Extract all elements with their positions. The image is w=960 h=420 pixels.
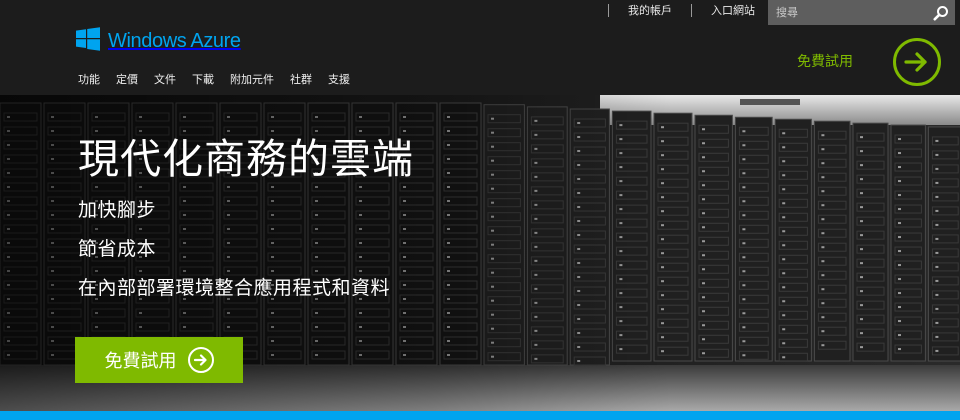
arrow-right-circle-icon[interactable]: [893, 38, 941, 86]
windows-flag-icon: [75, 27, 101, 55]
search-input[interactable]: [768, 0, 927, 25]
hero-cta-label: 免費試用: [104, 351, 177, 372]
hero-title: 現代化商務的雲端: [78, 135, 414, 183]
hero-benefit-2: 節省成本: [78, 238, 157, 260]
search-icon[interactable]: [927, 0, 955, 25]
util-divider: [608, 3, 609, 17]
my-account-link[interactable]: 我的帳戶: [628, 2, 672, 18]
logo-text: Windows Azure: [108, 29, 241, 52]
nav-item-features[interactable]: 功能: [78, 71, 100, 87]
hero-benefit-1: 加快腳步: [78, 199, 157, 221]
hero-benefit-3: 在內部部署環境整合應用程式和資料: [78, 277, 391, 299]
search-box: [768, 0, 955, 25]
site-header: 我的帳戶 入口網站 Windows Azure 功能 定價 文件 下載 附加元: [0, 0, 960, 95]
windows-azure-logo[interactable]: Windows Azure: [75, 27, 241, 55]
arrow-right-circle-icon: [187, 347, 214, 373]
nav-item-add-ons[interactable]: 附加元件: [230, 71, 274, 87]
hero-free-trial-button[interactable]: 免費試用: [75, 337, 243, 383]
header-free-trial-link[interactable]: 免費試用: [797, 51, 853, 71]
accent-bar: [0, 411, 960, 420]
hero-banner: 現代化商務的雲端 加快腳步 節省成本 在內部部署環境整合應用程式和資料 免費試用: [0, 95, 960, 411]
nav-item-pricing[interactable]: 定價: [116, 71, 138, 87]
portal-link[interactable]: 入口網站: [711, 2, 755, 18]
nav-item-community[interactable]: 社群: [290, 71, 312, 87]
util-divider: [691, 3, 692, 17]
utility-nav: 我的帳戶 入口網站: [589, 0, 755, 20]
nav-item-documentation[interactable]: 文件: [154, 71, 176, 87]
nav-item-support[interactable]: 支援: [328, 71, 350, 87]
main-nav: 功能 定價 文件 下載 附加元件 社群 支援: [78, 71, 366, 87]
nav-item-downloads[interactable]: 下載: [192, 71, 214, 87]
